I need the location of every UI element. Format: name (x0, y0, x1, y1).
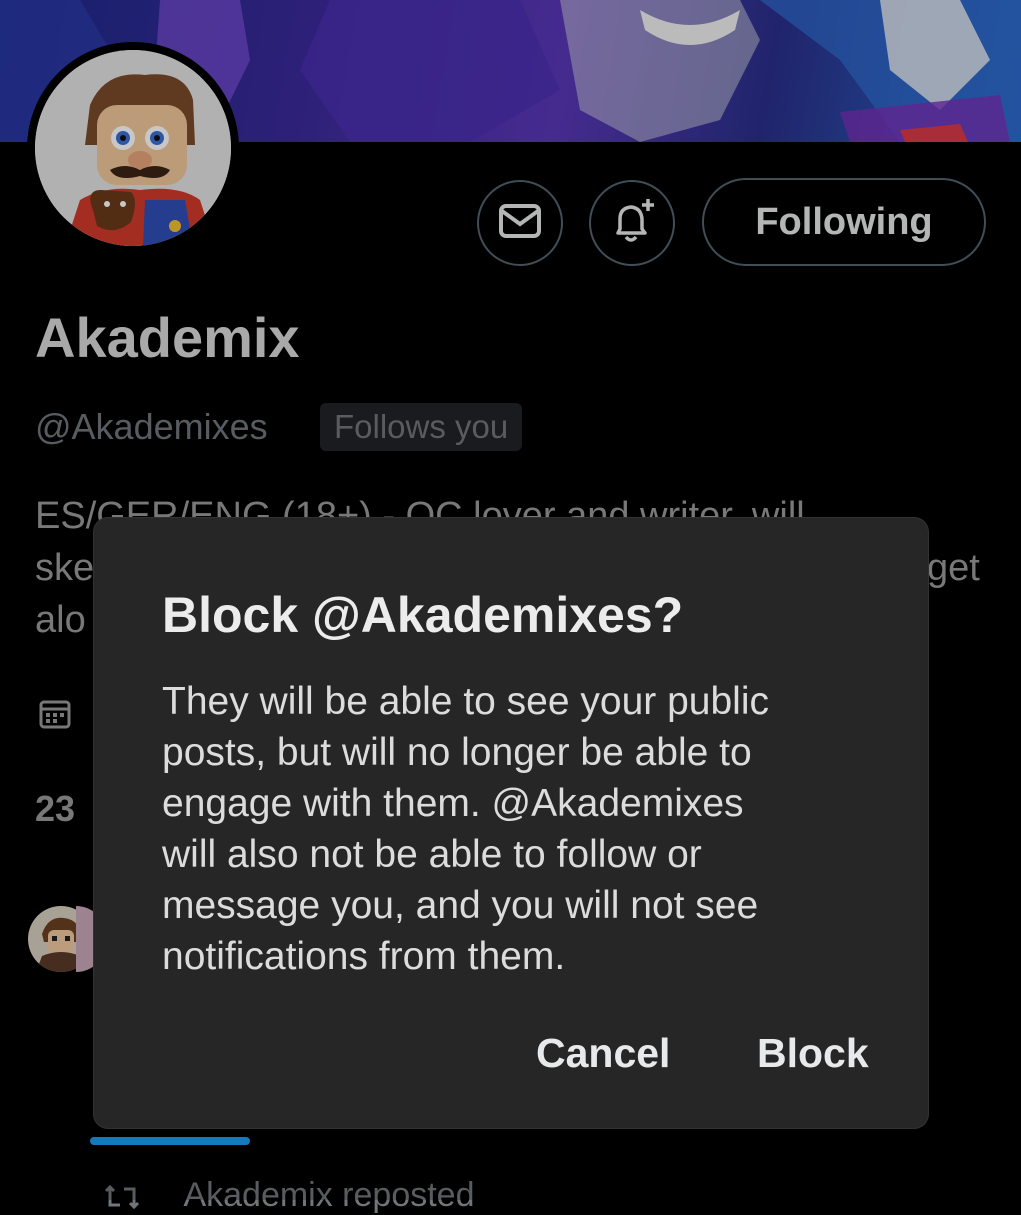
dialog-message-line: posts, but will no longer be able to (162, 731, 752, 774)
block-button[interactable]: Block (757, 1030, 869, 1077)
dialog-message-line: notifications from them. (162, 935, 566, 978)
dialog-message-line: They will be able to see your public (162, 680, 769, 723)
dialog-title: Block @Akademixes? (162, 587, 684, 643)
dialog-message-line: will also not be able to follow or (162, 833, 702, 876)
dialog-message-line: message you, and you will not see (162, 884, 759, 927)
cancel-button[interactable]: Cancel (536, 1030, 670, 1077)
block-confirmation-dialog: Block @Akademixes? They will be able to … (94, 518, 928, 1128)
dialog-message: They will be able to see your public pos… (162, 676, 882, 982)
dialog-message-line: engage with them. @Akademixes (162, 782, 744, 825)
